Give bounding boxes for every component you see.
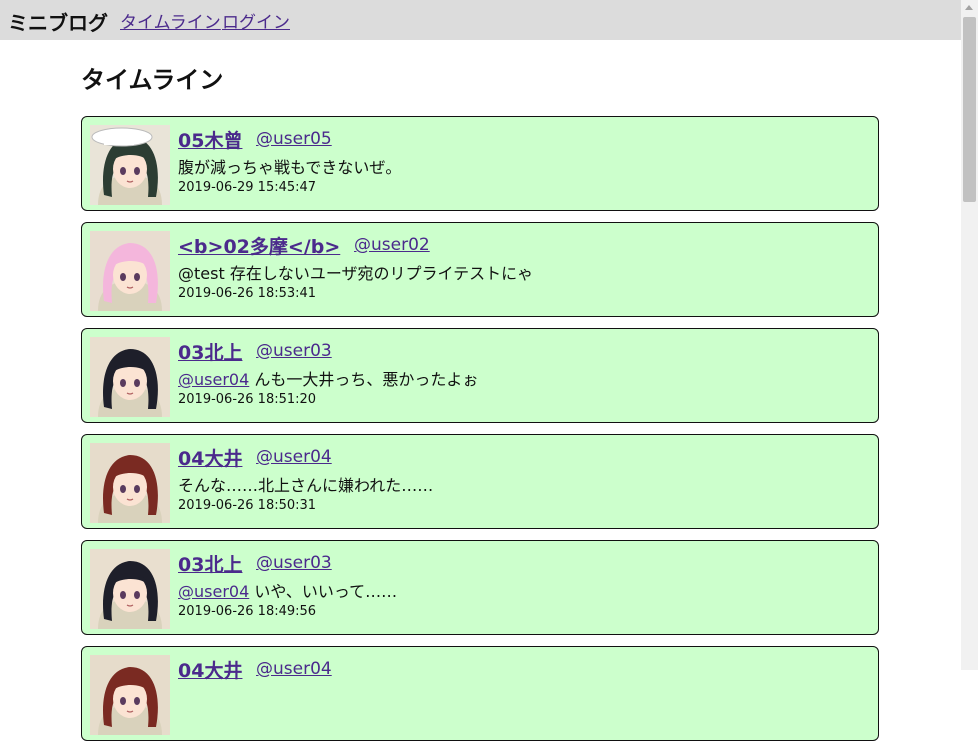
post-body: んも一大井っち、悪かったよぉ xyxy=(249,370,479,389)
post-author-name[interactable]: 03北上 xyxy=(178,550,242,577)
post-body: @test 存在しないユーザ宛のリプライテストにゃ xyxy=(178,264,534,283)
page-title: タイムライン xyxy=(81,66,224,94)
post-author-handle[interactable]: @user03 xyxy=(256,553,332,573)
avatar-user05-icon[interactable] xyxy=(90,125,170,205)
post-item: <b>02多摩</b> @user02 @test 存在しないユーザ宛のリプライテス… xyxy=(81,222,879,317)
avatar-user03-icon[interactable] xyxy=(90,337,170,417)
post-mention-link[interactable]: @user04 xyxy=(178,370,249,389)
post-item: 05木曾 @user05 腹が減っちゃ戦もできないぜ。 2019-06-29 15:4… xyxy=(81,116,879,211)
post-timestamp: 2019-06-26 18:53:41 xyxy=(178,286,317,301)
vertical-scrollbar[interactable] xyxy=(961,0,978,670)
post-item: 03北上 @user03 @user04 んも一大井っち、悪かったよぉ 2019-06… xyxy=(81,328,879,423)
avatar-user03-icon[interactable] xyxy=(90,549,170,629)
avatar-user04-icon[interactable] xyxy=(90,655,170,735)
post-text: @test 存在しないユーザ宛のリプライテストにゃ xyxy=(178,260,533,284)
nav-link-timeline[interactable]: タイムライン xyxy=(120,8,221,33)
post-timestamp: 2019-06-26 18:49:56 xyxy=(178,604,317,619)
post-mention-link[interactable]: @user04 xyxy=(178,582,249,601)
post-body: そんな……北上さんに嫌われた…… xyxy=(178,476,434,495)
post-item: 04大井 @user04 xyxy=(81,646,879,741)
scroll-up-arrow-icon[interactable] xyxy=(965,5,973,10)
post-text: @user04 いや、いいって…… xyxy=(178,578,397,602)
post-body: いや、いいって…… xyxy=(249,582,398,601)
post-item: 03北上 @user03 @user04 いや、いいって…… 2019-06-26 1… xyxy=(81,540,879,635)
scrollbar-thumb[interactable] xyxy=(963,17,976,202)
post-author-handle[interactable]: @user04 xyxy=(256,447,332,467)
post-text: 腹が減っちゃ戦もできないぜ。 xyxy=(178,154,401,178)
post-author-handle[interactable]: @user03 xyxy=(256,341,332,361)
post-text: そんな……北上さんに嫌われた…… xyxy=(178,472,433,496)
post-author-name[interactable]: 04大井 xyxy=(178,444,242,471)
post-body: 腹が減っちゃ戦もできないぜ。 xyxy=(178,158,402,177)
avatar-user02-icon[interactable] xyxy=(90,231,170,311)
post-author-handle[interactable]: @user04 xyxy=(256,659,332,679)
post-author-name[interactable]: <b>02多摩</b> xyxy=(178,232,340,259)
post-item: 04大井 @user04 そんな……北上さんに嫌われた…… 2019-06-26 18… xyxy=(81,434,879,529)
post-timestamp: 2019-06-29 15:45:47 xyxy=(178,180,317,195)
avatar-user04-icon[interactable] xyxy=(90,443,170,523)
post-author-name[interactable]: 03北上 xyxy=(178,338,242,365)
nav-link-login[interactable]: ログイン xyxy=(222,8,290,33)
post-timestamp: 2019-06-26 18:51:20 xyxy=(178,392,317,407)
post-text: @user04 んも一大井っち、悪かったよぉ xyxy=(178,366,478,390)
post-timestamp: 2019-06-26 18:50:31 xyxy=(178,498,317,513)
site-brand[interactable]: ミニブログ xyxy=(8,7,108,36)
post-author-handle[interactable]: @user05 xyxy=(256,129,332,149)
post-author-name[interactable]: 05木曾 xyxy=(178,126,242,153)
post-author-handle[interactable]: @user02 xyxy=(354,235,430,255)
top-header: ミニブログ タイムライン ログイン xyxy=(0,0,961,40)
